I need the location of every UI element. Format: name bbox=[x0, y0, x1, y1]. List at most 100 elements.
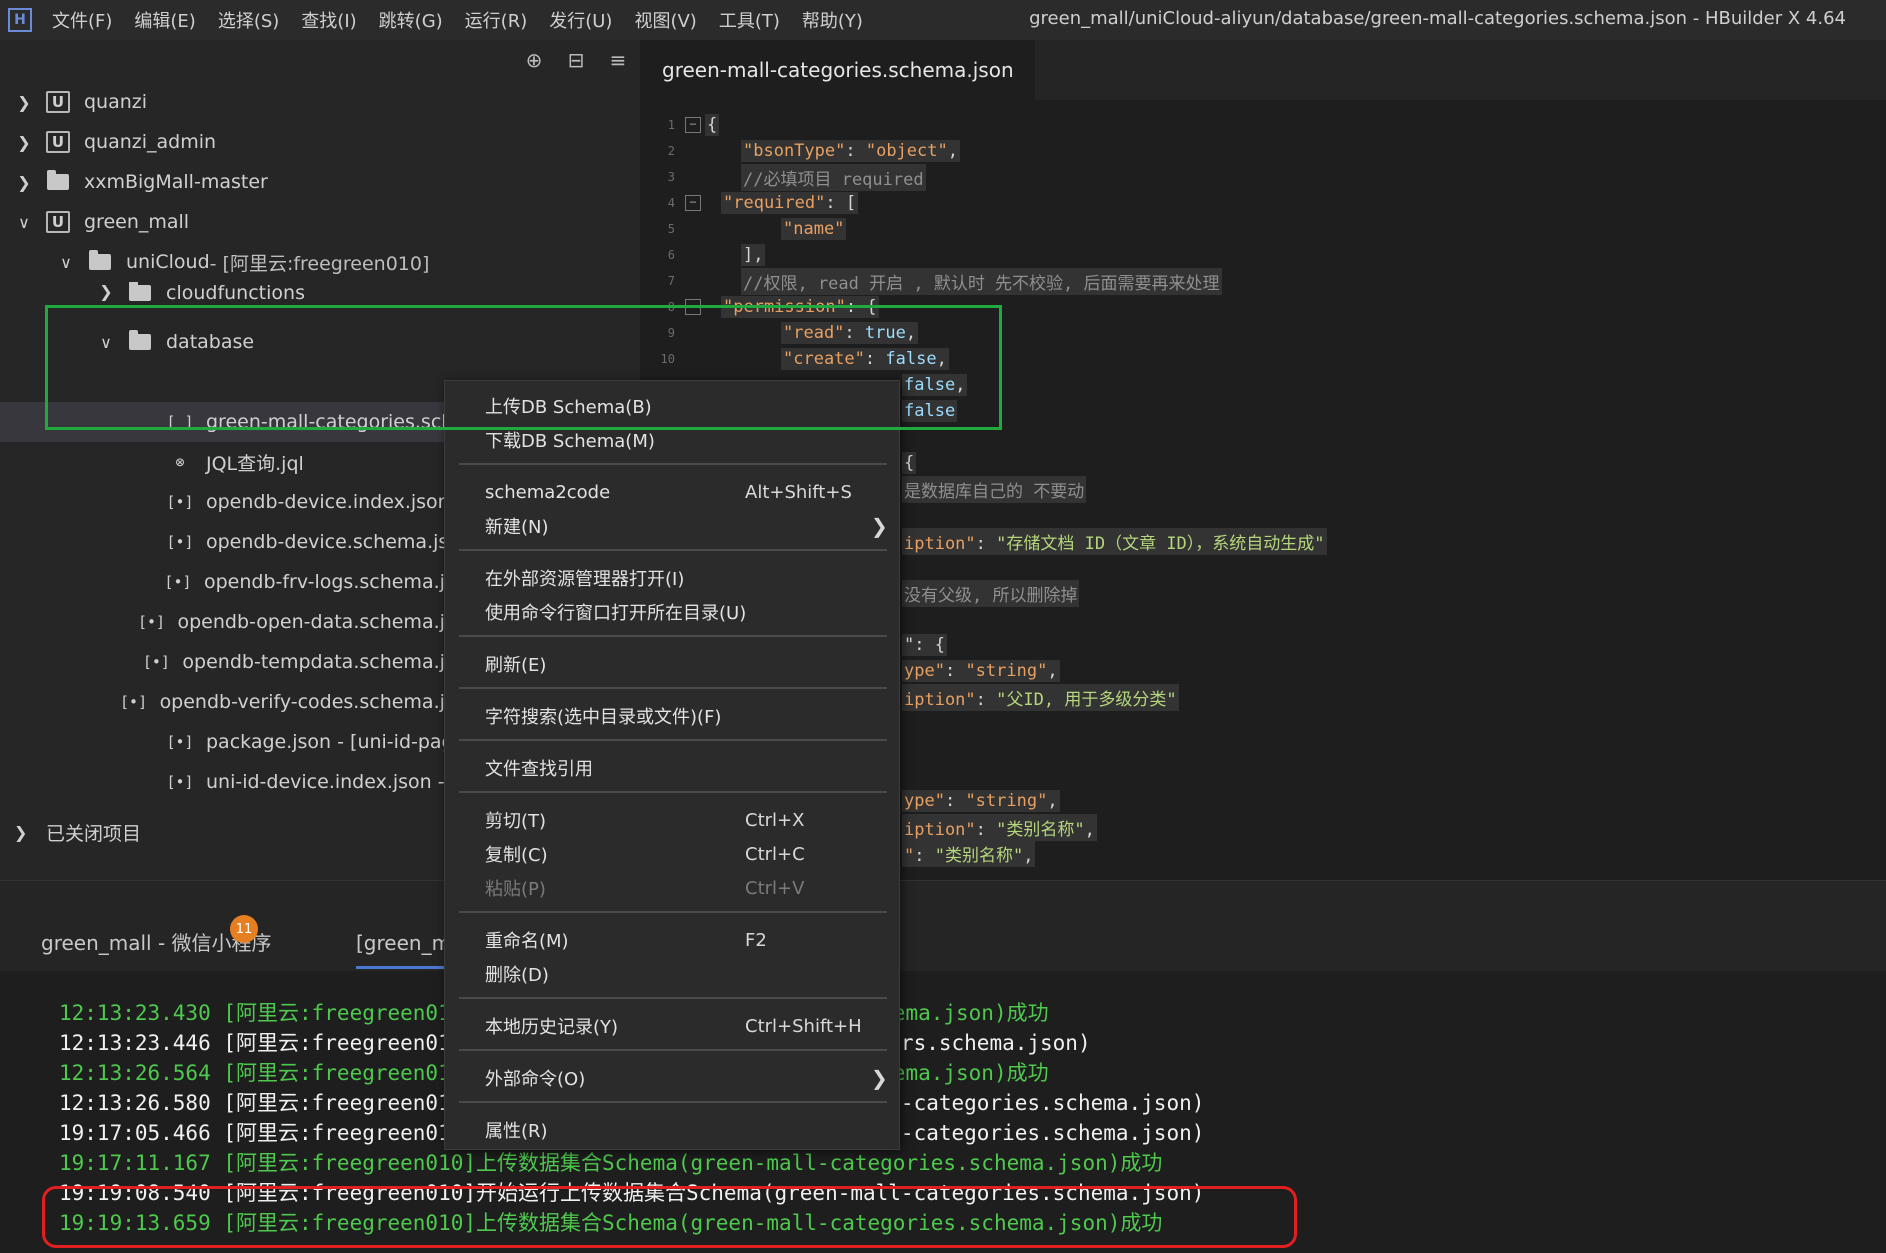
project-icon: U bbox=[46, 91, 70, 113]
collapse-icon[interactable]: ⊟ bbox=[564, 48, 588, 72]
chevron-right-icon[interactable]: ❯ bbox=[14, 173, 34, 192]
project-icon: U bbox=[46, 211, 70, 233]
menu-item-paste: 粘贴(P) Ctrl+V bbox=[485, 877, 805, 901]
menu-icon[interactable]: ≡ bbox=[606, 48, 630, 72]
code-line: { bbox=[902, 452, 917, 474]
editor-tab-bar: green-mall-categories.schema.json bbox=[640, 40, 1886, 100]
chevron-down-icon[interactable]: ∨ bbox=[14, 213, 34, 232]
tree-item-label: quanzi_admin bbox=[84, 131, 217, 153]
menu-tools[interactable]: 工具(T) bbox=[719, 7, 780, 33]
fold-icon[interactable]: − bbox=[685, 117, 701, 133]
menu-item-find-references[interactable]: 文件查找引用 bbox=[445, 751, 901, 785]
menu-separator bbox=[459, 635, 887, 637]
code-line: 6 ], bbox=[667, 244, 766, 266]
code-line: 是数据库自己的 不要动 bbox=[902, 475, 1502, 503]
locate-icon[interactable]: ⊕ bbox=[522, 48, 546, 72]
tree-item-label: green_mall bbox=[84, 211, 190, 233]
tree-item-database[interactable]: ∨ database bbox=[0, 322, 630, 362]
menu-item-cut[interactable]: 剪切(T) Ctrl+X bbox=[445, 803, 901, 837]
menu-select[interactable]: 选择(S) bbox=[218, 7, 279, 33]
menu-item-delete[interactable]: 删除(D) bbox=[445, 957, 901, 991]
menu-run[interactable]: 运行(R) bbox=[465, 7, 528, 33]
menu-help[interactable]: 帮助(Y) bbox=[802, 7, 863, 33]
menu-item-new[interactable]: 新建(N) ❯ bbox=[445, 509, 901, 543]
file-icon: [•] bbox=[142, 653, 170, 671]
sidebar-toolbar: ⊕ ⊟ ≡ bbox=[522, 48, 630, 72]
console-panel: green_mall - 微信小程序 11 [green_mall - 阿里云]… bbox=[0, 880, 1886, 1253]
chevron-right-icon: ❯ bbox=[871, 1066, 888, 1090]
code-line: ype": "string", bbox=[902, 660, 1060, 682]
tree-item-label: quanzi bbox=[84, 91, 148, 113]
closed-projects[interactable]: ❯ 已关闭项目 bbox=[0, 812, 141, 852]
menubar: H 文件(F) 编辑(E) 选择(S) 查找(I) 跳转(G) 运行(R) 发行… bbox=[0, 0, 1886, 40]
log-line: 19:19:13.659 [阿里云:freegreen010]上传数据集合Sch… bbox=[59, 1211, 1163, 1235]
code-line: 8 − "permission": { bbox=[667, 296, 879, 318]
menu-publish[interactable]: 发行(U) bbox=[549, 7, 612, 33]
chevron-right-icon[interactable]: ❯ bbox=[14, 133, 34, 152]
fold-icon[interactable]: − bbox=[685, 195, 701, 211]
notification-badge: 11 bbox=[230, 915, 258, 943]
menu-item-external-commands[interactable]: 外部命令(O) ❯ bbox=[445, 1061, 901, 1095]
tree-item-quanzi[interactable]: ❯ U quanzi bbox=[0, 82, 630, 122]
menu-separator bbox=[459, 997, 887, 999]
tree-item-label: xxmBigMall-master bbox=[84, 171, 268, 193]
menu-separator bbox=[459, 549, 887, 551]
menu-item-properties[interactable]: 属性(R) bbox=[445, 1113, 901, 1147]
code-line: false, bbox=[902, 374, 968, 396]
fold-icon[interactable]: − bbox=[685, 299, 701, 315]
menu-separator bbox=[459, 791, 887, 793]
menu-item-search-text[interactable]: 字符搜索(选中目录或文件)(F) bbox=[445, 699, 901, 733]
tree-item-quanzi-admin[interactable]: ❯ U quanzi_admin bbox=[0, 122, 630, 162]
menu-item-copy[interactable]: 复制(C) Ctrl+C bbox=[445, 837, 901, 871]
file-icon: [•] bbox=[137, 613, 166, 631]
code-line: 2 "bsonType": "object", bbox=[667, 140, 960, 162]
code-line: iption": "存储文档 ID（文章 ID），系统自动生成" bbox=[902, 527, 1602, 555]
menu-separator bbox=[459, 911, 887, 913]
code-line: 10 "create": false, bbox=[660, 348, 949, 370]
folder-icon bbox=[128, 282, 152, 302]
tree-item-suffix: - [阿里云:freegreen010] bbox=[209, 252, 430, 275]
tree-item-label: database bbox=[166, 331, 255, 353]
code-line: ": { bbox=[902, 634, 947, 656]
window-title: green_mall/uniCloud-aliyun/database/gree… bbox=[1029, 8, 1846, 29]
menu-item-open-in-terminal[interactable]: 使用命令行窗口打开所在目录(U) bbox=[445, 595, 901, 629]
code-line: iption": "类别名称", bbox=[902, 813, 1502, 841]
menu-item-local-history[interactable]: 本地历史记录(Y) Ctrl+Shift+H bbox=[445, 1009, 901, 1043]
code-line: 7 //权限, read 开启 , 默认时 先不校验, 后面需要再来处理 bbox=[640, 267, 1886, 295]
folder-icon bbox=[46, 170, 70, 193]
project-icon: U bbox=[46, 131, 70, 153]
menu-goto[interactable]: 跳转(G) bbox=[379, 7, 443, 33]
tree-item-cloudfunctions[interactable]: ❯ cloudfunctions bbox=[0, 282, 630, 302]
folder-icon bbox=[128, 330, 152, 353]
chevron-right-icon[interactable]: ❯ bbox=[14, 823, 34, 842]
menu-file[interactable]: 文件(F) bbox=[52, 7, 112, 33]
menu-item-download-db-schema[interactable]: 下载DB Schema(M) bbox=[445, 423, 901, 457]
menu-find[interactable]: 查找(I) bbox=[301, 7, 356, 33]
menu-view[interactable]: 视图(V) bbox=[634, 7, 696, 33]
tree-item-green-mall[interactable]: ∨ U green_mall bbox=[0, 202, 630, 242]
hbuilder-logo-icon: H bbox=[8, 8, 32, 32]
chevron-down-icon[interactable]: ∨ bbox=[56, 253, 76, 272]
code-line: 9 "read": true, bbox=[667, 322, 919, 344]
menu-edit[interactable]: 编辑(E) bbox=[134, 7, 195, 33]
code-line: iption": "父ID, 用于多级分类" bbox=[902, 683, 1502, 711]
chevron-right-icon[interactable]: ❯ bbox=[14, 93, 34, 112]
chevron-right-icon: ❯ bbox=[871, 514, 888, 538]
menu-separator bbox=[459, 1049, 887, 1051]
chevron-right-icon[interactable]: ❯ bbox=[96, 282, 116, 301]
chevron-down-icon[interactable]: ∨ bbox=[96, 333, 116, 352]
menu-item-open-in-explorer[interactable]: 在外部资源管理器打开(I) bbox=[445, 561, 901, 595]
menu-item-rename[interactable]: 重命名(M) F2 bbox=[445, 923, 901, 957]
log-line: 19:19:08.540 [阿里云:freegreen010]开始运行上传数据集… bbox=[59, 1181, 1205, 1205]
menu-separator bbox=[459, 1101, 887, 1103]
menu-item-refresh[interactable]: 刷新(E) bbox=[445, 647, 901, 681]
file-icon: [•] bbox=[166, 733, 194, 751]
file-icon: [•] bbox=[166, 773, 194, 791]
console-tab-bar: green_mall - 微信小程序 11 [green_mall - 阿里云] bbox=[0, 881, 1886, 971]
editor-tab-active[interactable]: green-mall-categories.schema.json bbox=[640, 40, 1035, 100]
menu-item-schema2code[interactable]: schema2code Alt+Shift+S bbox=[445, 475, 901, 509]
code-line: 4 − "required": [ bbox=[667, 192, 859, 214]
tree-item-unicloud[interactable]: ∨ uniCloud - [阿里云:freegreen010] bbox=[0, 242, 630, 282]
tree-item-xxmbigmall[interactable]: ❯ xxmBigMall-master bbox=[0, 162, 630, 202]
menu-item-upload-db-schema[interactable]: 上传DB Schema(B) bbox=[445, 389, 901, 423]
